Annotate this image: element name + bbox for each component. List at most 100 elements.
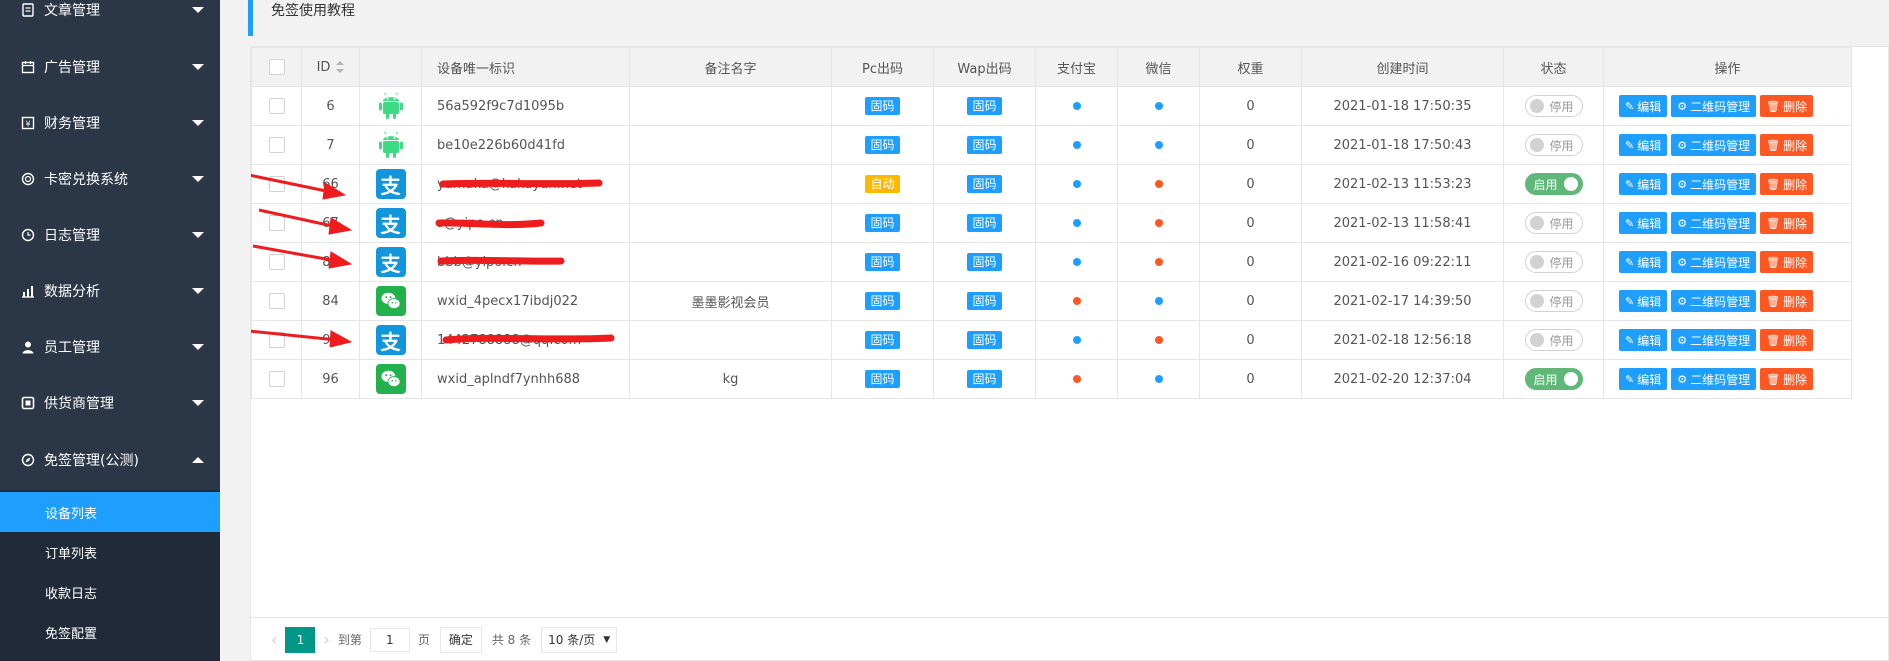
qrcode-manage-button[interactable]: ⚙ 二维码管理 (1671, 368, 1757, 390)
edit-button[interactable]: ✎ 编辑 (1619, 212, 1668, 234)
goto-confirm-button[interactable]: 确定 (439, 626, 482, 653)
table-row[interactable]: 84 wxid_4pecx17ibdj022 墨墨影视会员 固码 固码 0 2021-02-… (251, 281, 1852, 321)
submenu-item-0[interactable]: 设备列表 (0, 492, 220, 532)
delete-button[interactable]: 🗑 删除 (1760, 251, 1814, 273)
header-remark: 备注名字 (629, 47, 832, 87)
tutorial-notice-text[interactable]: 免签使用教程 (271, 3, 355, 19)
row-actions: ✎ 编辑 ⚙ 二维码管理 🗑 删除 (1603, 320, 1852, 360)
header-id[interactable]: ID (301, 47, 360, 87)
box-icon (20, 395, 36, 411)
edit-button[interactable]: ✎ 编辑 (1619, 95, 1668, 117)
qrcode-manage-button[interactable]: ⚙ 二维码管理 (1671, 290, 1757, 312)
edit-label: 编辑 (1637, 372, 1662, 387)
sidebar-item-1[interactable]: 广告管理 (0, 47, 220, 87)
gear-icon: ⚙ (1677, 99, 1688, 113)
row-select-cell[interactable] (251, 320, 302, 360)
delete-button[interactable]: 🗑 删除 (1760, 95, 1814, 117)
sidebar-item-8[interactable]: 免签管理(公测) (0, 440, 220, 480)
edit-button[interactable]: ✎ 编辑 (1619, 134, 1668, 156)
edit-button[interactable]: ✎ 编辑 (1619, 290, 1668, 312)
edit-button[interactable]: ✎ 编辑 (1619, 329, 1668, 351)
table-row[interactable]: 6 56a592f9c7d1095b 固码 固码 0 2021-01-18 17:50:3… (251, 86, 1852, 126)
qrcode-manage-button[interactable]: ⚙ 二维码管理 (1671, 173, 1757, 195)
row-select-cell[interactable] (251, 125, 302, 165)
submenu-item-3[interactable]: 免签配置 (0, 612, 220, 652)
status-toggle[interactable]: 停用 (1524, 212, 1583, 234)
qrcode-label: 二维码管理 (1690, 255, 1751, 270)
row-select-cell[interactable] (251, 164, 302, 204)
header-select-all[interactable] (251, 47, 302, 87)
row-checkbox[interactable] (268, 254, 285, 270)
qrcode-manage-button[interactable]: ⚙ 二维码管理 (1671, 212, 1757, 234)
header-wap: Wap出码 (933, 47, 1036, 87)
sort-icon[interactable] (336, 61, 345, 73)
status-toggle[interactable]: 停用 (1524, 290, 1583, 312)
row-select-cell[interactable] (251, 203, 302, 243)
table-row[interactable]: 80 支 bbb@yipo.cn 固码 固码 0 2021-02-16 09:22:11 停用… (251, 242, 1852, 282)
delete-label: 删除 (1783, 99, 1808, 114)
wechat-status-dot (1154, 102, 1163, 110)
qrcode-manage-button[interactable]: ⚙ 二维码管理 (1671, 251, 1757, 273)
submenu-item-2[interactable]: 收款日志 (0, 572, 220, 612)
delete-button[interactable]: 🗑 删除 (1760, 134, 1814, 156)
status-label: 停用 (1549, 99, 1574, 114)
qrcode-manage-button[interactable]: ⚙ 二维码管理 (1671, 95, 1757, 117)
next-page-icon[interactable]: › (315, 630, 337, 649)
header-wechat: 微信 (1117, 47, 1200, 87)
prev-page-icon[interactable]: ‹ (263, 630, 285, 649)
row-select-cell[interactable] (251, 242, 302, 282)
sidebar-item-5[interactable]: 数据分析 (0, 271, 220, 311)
row-checkbox[interactable] (268, 371, 285, 387)
delete-button[interactable]: 🗑 删除 (1760, 290, 1814, 312)
edit-button[interactable]: ✎ 编辑 (1619, 173, 1668, 195)
status-toggle[interactable]: 停用 (1524, 329, 1583, 351)
status-toggle[interactable]: 启用 (1524, 368, 1583, 390)
toggle-knob (1563, 177, 1578, 191)
header-id-label: ID (316, 59, 331, 75)
row-checkbox[interactable] (268, 176, 285, 192)
sidebar-item-7[interactable]: 供货商管理 (0, 383, 220, 423)
delete-label: 删除 (1783, 294, 1808, 309)
row-id: 66 (301, 164, 360, 204)
delete-button[interactable]: 🗑 删除 (1760, 212, 1814, 234)
edit-button[interactable]: ✎ 编辑 (1619, 251, 1668, 273)
status-toggle[interactable]: 启用 (1524, 173, 1583, 195)
table-row[interactable]: 96 wxid_aplndf7ynhh688 kg 固码 固码 0 2021-02-20 1… (251, 359, 1852, 399)
chevron-down-icon (192, 344, 204, 350)
delete-button[interactable]: 🗑 删除 (1760, 368, 1814, 390)
header-created: 创建时间 (1301, 47, 1504, 87)
table-row[interactable]: 92 支 1442788888@qq.com 固码 固码 0 2021-02-18 12:5… (251, 320, 1852, 360)
row-select-cell[interactable] (251, 86, 302, 126)
table-row[interactable]: 67 支 s@yipo.cn 固码 固码 0 2021-02-13 11:58:41 停用 ✎ 编… (251, 203, 1852, 243)
edit-button[interactable]: ✎ 编辑 (1619, 368, 1668, 390)
table-row[interactable]: 66 支 yumaka@kakayun.net 自动 固码 0 2021-02-13 11:… (251, 164, 1852, 204)
row-checkbox[interactable] (268, 332, 285, 348)
row-id: 80 (301, 242, 360, 282)
sidebar-item-0[interactable]: 文章管理 (0, 0, 220, 30)
sidebar-item-6[interactable]: 员工管理 (0, 327, 220, 367)
sidebar-item-3[interactable]: 卡密兑换系统 (0, 159, 220, 199)
goto-page-input[interactable] (369, 627, 410, 652)
row-select-cell[interactable] (251, 359, 302, 399)
qrcode-manage-button[interactable]: ⚙ 二维码管理 (1671, 329, 1757, 351)
table-row[interactable]: 7 be10e226b60d41fd 固码 固码 0 2021-01-18 17:50:4… (251, 125, 1852, 165)
tutorial-notice[interactable]: 免签使用教程 (248, 0, 1889, 36)
sidebar-item-2[interactable]: ¥ 财务管理 (0, 103, 220, 143)
row-select-cell[interactable] (251, 281, 302, 321)
submenu-item-1[interactable]: 订单列表 (0, 532, 220, 572)
delete-button[interactable]: 🗑 删除 (1760, 173, 1814, 195)
wap-mode-tag: 固码 (967, 175, 1002, 193)
page-current[interactable]: 1 (285, 626, 316, 653)
row-checkbox[interactable] (268, 98, 285, 114)
qrcode-manage-button[interactable]: ⚙ 二维码管理 (1671, 134, 1757, 156)
status-toggle[interactable]: 停用 (1524, 134, 1583, 156)
select-all-checkbox[interactable] (268, 59, 285, 75)
row-checkbox[interactable] (268, 137, 285, 153)
sidebar-item-4[interactable]: 日志管理 (0, 215, 220, 255)
page-size-select[interactable]: 10 条/页 ▼ (541, 626, 618, 653)
delete-button[interactable]: 🗑 删除 (1760, 329, 1814, 351)
status-toggle[interactable]: 停用 (1524, 251, 1583, 273)
row-checkbox[interactable] (268, 293, 285, 309)
row-checkbox[interactable] (268, 215, 285, 231)
status-toggle[interactable]: 停用 (1524, 95, 1583, 117)
